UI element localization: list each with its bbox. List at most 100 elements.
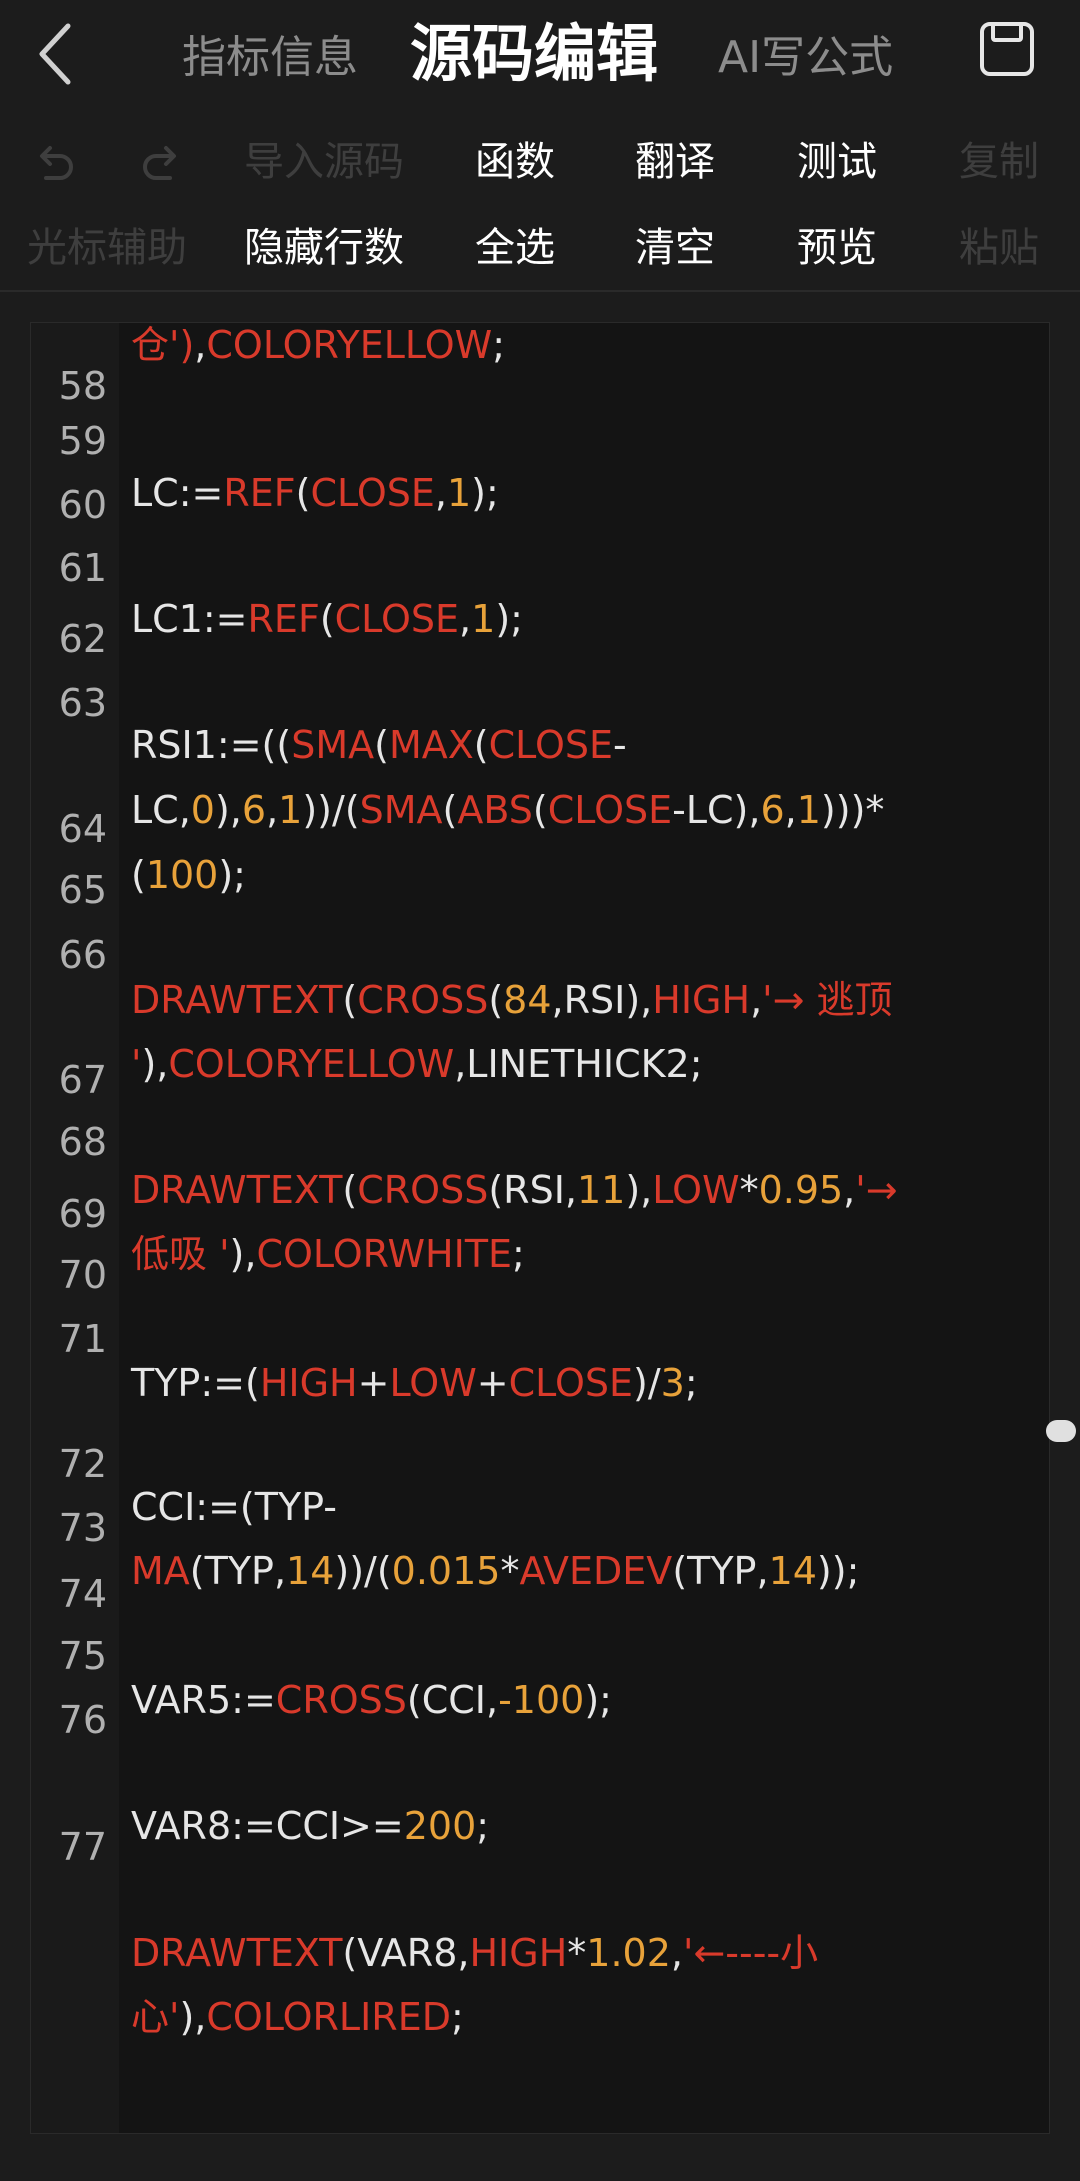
code-text: ); [495,597,523,641]
code-text: + [476,1361,509,1405]
code-text: , [750,978,763,1022]
line-number: 65 [58,868,107,912]
line-number: 64 [58,807,107,851]
line-number: 75 [58,1634,107,1678]
code-line[interactable]: LC,0),6,1))/(SMA(ABS(CLOSE-LC),6,1)))* [131,778,884,842]
back-button[interactable] [32,18,84,90]
code-line[interactable]: LC1:=REF(CLOSE,1); [131,587,523,651]
code-keyword: COLORWHITE [256,1232,513,1276]
code-text: ( [131,853,146,897]
line-number: 59 [58,419,107,463]
code-number: 1.02 [586,1931,671,1975]
copy-button[interactable]: 复制 [954,132,1044,192]
code-keyword: CLOSE [310,471,435,515]
code-text: ), [141,1042,169,1086]
code-text: ( [473,723,489,767]
code-string: '←----小 [682,1931,819,1975]
code-line[interactable]: '),COLORYELLOW,LINETHICK2; [131,1032,703,1096]
hide-line-numbers-button[interactable]: 隐藏行数 [242,218,406,278]
code-keyword: REF [223,471,296,515]
code-line[interactable]: LC:=REF(CLOSE,1); [131,461,499,525]
code-keyword: SMA [359,788,443,832]
code-text: , [266,788,279,832]
code-text: ), [625,1168,653,1212]
select-all-button[interactable]: 全选 [470,218,560,278]
clear-button[interactable]: 清空 [630,218,720,278]
code-line[interactable]: CCI:=(TYP- [131,1475,337,1539]
tab-indicator-info[interactable]: 指标信息 [182,24,358,92]
line-number: 73 [58,1506,107,1550]
test-button[interactable]: 测试 [792,132,882,192]
code-text: ; [450,1995,464,2039]
code-text: ), [179,1995,207,2039]
code-keyword: CLOSE [547,788,673,832]
top-bar: 指标信息 源码编辑 AI写公式 [0,0,1080,112]
import-source-button[interactable]: 导入源码 [244,132,404,192]
code-keyword: COLORLIRED [206,1995,451,2039]
code-text: ), [229,1232,257,1276]
code-number: 200 [403,1804,477,1848]
line-number: 72 [58,1442,107,1486]
functions-button[interactable]: 函数 [470,132,560,192]
code-text: ( [295,471,311,515]
code-line[interactable]: MA(TYP,14))/(0.015*AVEDEV(TYP,14)); [131,1539,859,1603]
code-line[interactable]: RSI1:=((SMA(MAX(CLOSE- [131,713,627,777]
code-text: ,LINETHICK2; [454,1042,703,1086]
save-icon [980,22,1034,76]
code-text: , [194,323,207,367]
code-line[interactable]: VAR5:=CROSS(CCI,-100); [131,1668,612,1732]
translate-button[interactable]: 翻译 [630,132,720,192]
code-keyword: CLOSE [488,723,613,767]
tab-source-edit[interactable]: 源码编辑 [410,14,658,90]
line-number: 61 [58,546,107,590]
line-number: 62 [58,617,107,661]
code-line[interactable]: TYP:=(HIGH+LOW+CLOSE)/3; [131,1351,698,1415]
code-editor[interactable]: 58 59 60 61 62 63 64 65 66 67 68 69 70 71 72 73 74 75 76 77… [30,322,1050,2134]
code-text: ; [476,1804,490,1848]
code-text: TYP:=( [131,1361,260,1405]
undo-button[interactable] [30,138,78,186]
code-text: * [739,1168,759,1212]
code-text: ,RSI), [551,978,653,1022]
code-text: VAR8:=CCI>= [131,1804,404,1848]
scroll-indicator[interactable] [1046,1420,1076,1442]
code-text: VAR5:= [131,1678,276,1722]
code-line[interactable]: 低吸 '),COLORWHITE; [131,1222,525,1286]
redo-button[interactable] [138,138,186,186]
code-text: ); [471,471,499,515]
line-number: 60 [58,483,107,527]
line-number: 69 [58,1192,107,1236]
code-keyword: HIGH [259,1361,358,1405]
code-line[interactable]: DRAWTEXT(CROSS(84,RSI),HIGH,'→ 逃顶 [131,968,893,1032]
code-line[interactable]: (100); [131,843,246,907]
code-line[interactable]: DRAWTEXT(CROSS(RSI,11),LOW*0.95,'→ [131,1158,898,1222]
paste-button[interactable]: 粘贴 [954,218,1044,278]
code-number: 6 [760,788,785,832]
undo-icon [40,146,73,180]
code-text: -LC), [672,788,761,832]
code-line[interactable]: DRAWTEXT(VAR8,HIGH*1.02,'←----小 [131,1921,818,1985]
code-number: 3 [660,1361,685,1405]
code-number: 11 [576,1168,626,1212]
code-string: 低吸 ' [131,1232,230,1276]
code-text: ; [492,323,506,367]
save-button[interactable] [978,20,1036,78]
code-keyword: ABS [457,788,533,832]
code-text: , [843,1168,856,1212]
code-number: 14 [768,1549,817,1593]
cursor-assist-button[interactable]: 光标辅助 [26,218,188,278]
code-text: RSI1:=(( [131,723,292,767]
code-line[interactable]: 心'),COLORLIRED; [131,1985,464,2049]
code-keyword: COLORYELLOW [206,323,493,367]
code-keyword: 仓') [131,323,195,367]
code-text: )); [816,1549,860,1593]
code-string: ' [131,1042,142,1086]
code-text: ( [374,723,389,767]
code-line[interactable]: VAR8:=CCI>=200; [131,1794,489,1858]
line-number: 70 [58,1253,107,1297]
code-line[interactable]: 仓'),COLORYELLOW; [131,323,506,377]
code-keyword: CROSS [357,1168,489,1212]
code-keyword: HIGH [469,1931,568,1975]
preview-button[interactable]: 预览 [792,218,882,278]
tab-ai-formula[interactable]: AI写公式 [718,24,893,92]
